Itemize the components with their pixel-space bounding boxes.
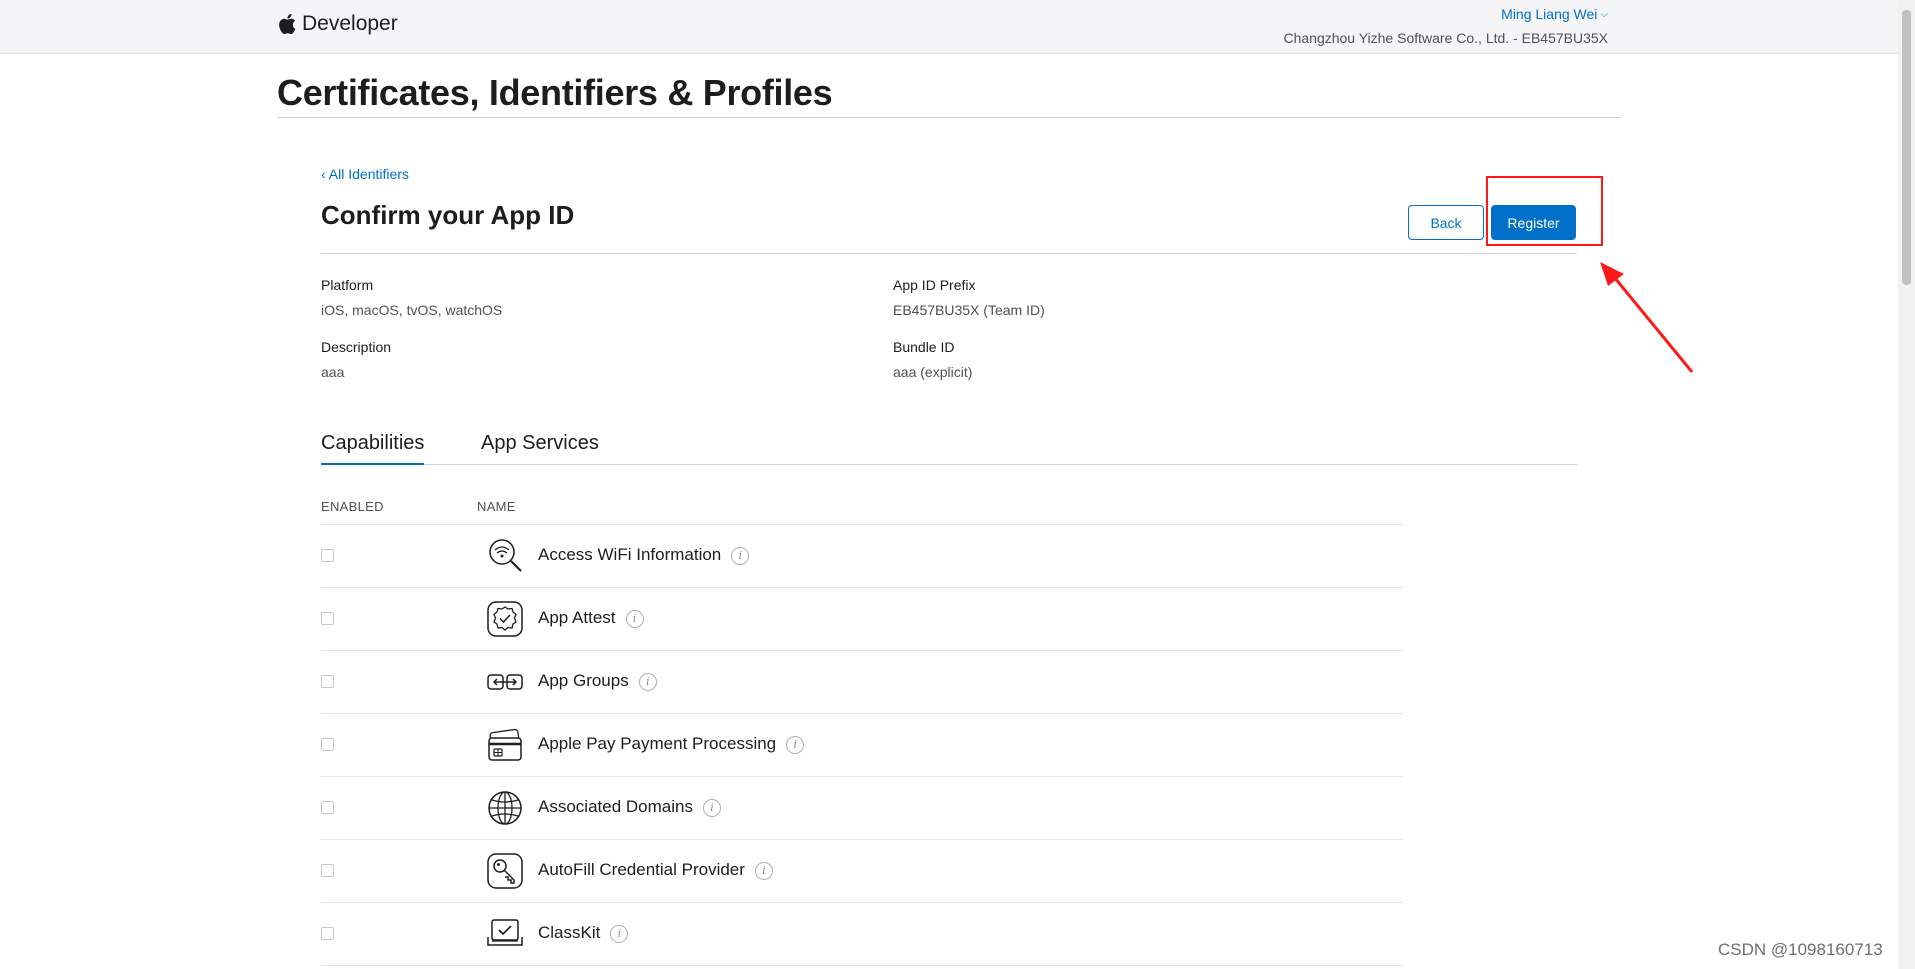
capability-name: Access WiFi Information i <box>538 545 750 565</box>
capability-row: App Groups i <box>321 651 1403 714</box>
credit-card-icon <box>488 728 522 761</box>
capability-name: Apple Pay Payment Processing i <box>538 734 805 754</box>
globe-icon <box>488 791 522 825</box>
capability-checkbox[interactable] <box>321 612 334 625</box>
capability-row: App Attest i <box>321 588 1403 651</box>
description-field: Description aaa <box>321 339 391 380</box>
watermark-text: CSDN @1098160713 <box>1718 940 1883 959</box>
description-label: Description <box>321 339 392 355</box>
platform-value: iOS, macOS, tvOS, watchOS <box>321 302 503 318</box>
section-title: Confirm your App ID <box>321 200 575 230</box>
capability-checkbox[interactable] <box>321 549 334 562</box>
info-icon[interactable]: i <box>754 861 773 880</box>
capability-checkbox[interactable] <box>321 801 334 814</box>
chevron-down-icon: ⌵ <box>1600 8 1608 20</box>
info-icon[interactable]: i <box>786 735 805 754</box>
capability-name: AutoFill Credential Provider i <box>538 860 773 880</box>
capability-name: App Groups i <box>538 671 657 691</box>
page-scrollbar[interactable] <box>1898 0 1915 969</box>
apple-logo-icon <box>279 13 296 35</box>
title-divider <box>277 117 1621 118</box>
capability-row: ClassKit i <box>321 903 1403 966</box>
back-button[interactable]: Back <box>1408 205 1484 240</box>
info-icon[interactable]: i <box>625 609 644 628</box>
info-icon[interactable]: i <box>702 798 721 817</box>
platform-field: Platform iOS, macOS, tvOS, watchOS <box>321 277 502 318</box>
description-value: aaa <box>321 364 345 380</box>
column-enabled: ENABLED <box>321 499 384 514</box>
platform-label: Platform <box>321 277 374 293</box>
capability-name: ClassKit i <box>538 923 629 943</box>
key-icon <box>487 853 523 889</box>
scrollbar-thumb[interactable] <box>1902 10 1911 285</box>
capability-checkbox[interactable] <box>321 864 334 877</box>
wifi-search-icon <box>489 539 522 572</box>
info-icon[interactable]: i <box>610 924 629 943</box>
account-menu: Ming Liang Wei ⌵ Changzhou Yizhe Softwar… <box>1283 6 1608 46</box>
tab-app-services[interactable]: App Services <box>481 432 599 463</box>
capability-row: Access WiFi Information i <box>321 525 1403 588</box>
capability-row: Associated Domains i <box>321 777 1403 840</box>
page-title: Certificates, Identifiers & Profiles <box>277 72 833 113</box>
badge-check-icon <box>487 601 523 637</box>
annotation-arrow-icon <box>1600 262 1694 373</box>
prefix-value: EB457BU35X (Team ID) <box>893 302 1045 318</box>
capability-row: AutoFill Credential Provider i <box>321 840 1403 903</box>
classkit-icon <box>487 919 523 946</box>
capability-checkbox[interactable] <box>321 738 334 751</box>
bundle-field: Bundle ID aaa (explicit) <box>893 339 972 380</box>
brand-label: Developer <box>302 12 398 35</box>
bundle-label: Bundle ID <box>893 339 955 355</box>
developer-brand[interactable]: Developer <box>278 12 398 36</box>
capability-checkbox[interactable] <box>321 927 334 940</box>
all-identifiers-link[interactable]: ‹ All Identifiers <box>321 166 409 182</box>
capability-name: Associated Domains i <box>538 797 721 817</box>
app-groups-icon <box>487 674 523 690</box>
info-icon[interactable]: i <box>731 546 750 565</box>
tab-bar: Capabilities App Services <box>321 428 1577 465</box>
section-divider <box>321 253 1577 254</box>
info-icon[interactable]: i <box>638 672 657 691</box>
capability-row: Apple Pay Payment Processing i <box>321 714 1403 777</box>
capability-name: App Attest i <box>538 608 644 628</box>
team-name: Changzhou Yizhe Software Co., Ltd. - EB4… <box>1283 30 1608 46</box>
user-menu[interactable]: Ming Liang Wei ⌵ <box>1501 6 1608 22</box>
highlight-annotation <box>1486 176 1603 246</box>
prefix-label: App ID Prefix <box>893 277 976 293</box>
bundle-value: aaa (explicit) <box>893 364 973 380</box>
prefix-field: App ID Prefix EB457BU35X (Team ID) <box>893 277 1045 318</box>
user-name: Ming Liang Wei <box>1501 6 1598 22</box>
column-name: NAME <box>477 499 516 514</box>
tab-capabilities[interactable]: Capabilities <box>321 432 425 465</box>
top-bar: Developer Ming Liang Wei ⌵ Changzhou Yiz… <box>0 0 1898 54</box>
capability-checkbox[interactable] <box>321 675 334 688</box>
